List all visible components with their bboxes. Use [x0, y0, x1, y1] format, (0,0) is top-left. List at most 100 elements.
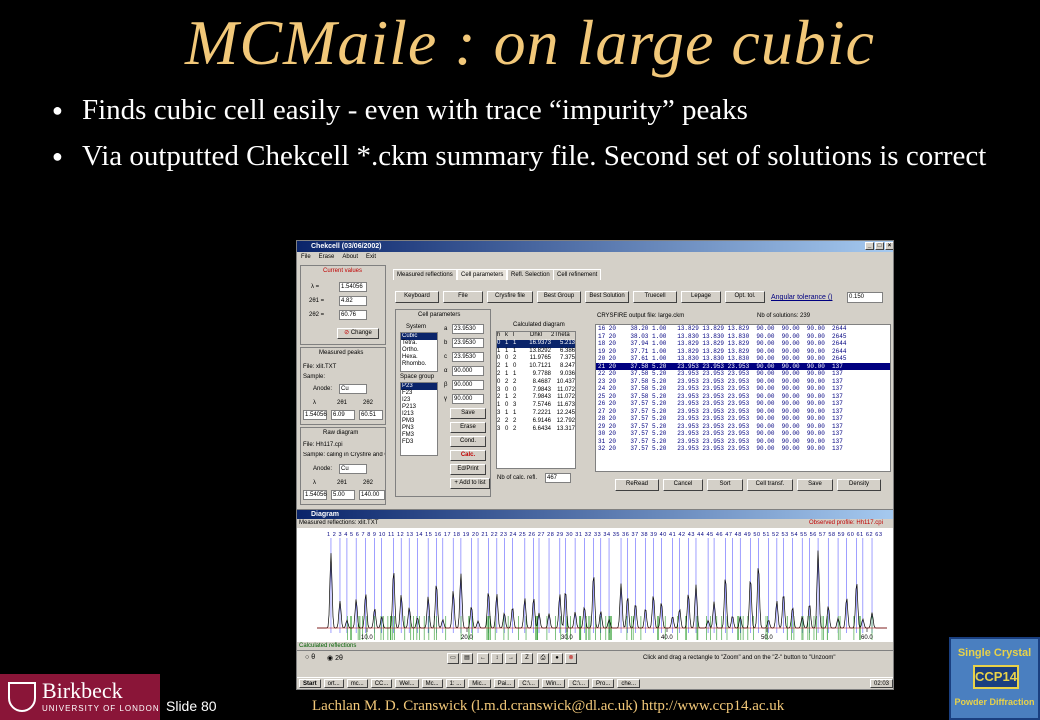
space-group-item[interactable]: PN3: [401, 425, 437, 432]
space-group-item[interactable]: I213: [401, 411, 437, 418]
tab-refl-selection[interactable]: Refl. Selection: [507, 269, 554, 280]
cond-button[interactable]: Cond.: [450, 436, 486, 447]
system-item[interactable]: Hexa.: [401, 354, 437, 361]
save-solutions-button[interactable]: Save: [797, 479, 833, 491]
solution-row[interactable]: 26 20 37.57 5.20 23.953 23.953 23.953 90…: [596, 400, 890, 408]
taskbar-item[interactable]: C:\...: [518, 679, 539, 688]
solution-row[interactable]: 20 20 37.61 1.00 13.830 13.830 13.830 90…: [596, 355, 890, 363]
tab-cell-refinement[interactable]: Cell refinement: [553, 269, 602, 280]
cell-alpha-input[interactable]: 90.000: [452, 366, 484, 376]
calc-row[interactable]: 0 2 2 8.4687 10.437: [497, 379, 575, 387]
system-item[interactable]: Ortho.: [401, 347, 437, 354]
print-icon[interactable]: ⎙: [537, 653, 549, 664]
arrow-left-icon[interactable]: ←: [477, 653, 489, 664]
change-button[interactable]: ⊘ Change: [337, 328, 379, 339]
ed-print-button[interactable]: Ed/Print: [450, 464, 486, 475]
solution-row[interactable]: 31 20 37.57 5.20 23.953 23.953 23.953 90…: [596, 438, 890, 446]
two-theta1-input[interactable]: 4.82: [339, 296, 367, 306]
measured-anode-field[interactable]: Cu: [339, 384, 367, 394]
solution-row[interactable]: 27 20 37.57 5.20 23.953 23.953 23.953 90…: [596, 408, 890, 416]
two-theta-radio[interactable]: ◉ 2θ: [327, 654, 343, 662]
cell-b-input[interactable]: 23.9530: [452, 338, 484, 348]
save-cell-button[interactable]: Save: [450, 408, 486, 419]
calc-row[interactable]: 3 0 2 6.6434 13.317: [497, 426, 575, 434]
solution-row[interactable]: 19 20 37.71 1.00 13.829 13.829 13.829 90…: [596, 348, 890, 356]
density-button[interactable]: Density: [837, 479, 881, 491]
cell-gamma-input[interactable]: 90.000: [452, 394, 484, 404]
taskbar-item[interactable]: ort...: [323, 679, 344, 688]
start-button[interactable]: Start: [299, 679, 321, 688]
stop-icon[interactable]: ⊗: [565, 653, 577, 664]
opt-tol-button[interactable]: Opt. tol.: [725, 291, 765, 303]
calc-row[interactable]: 0 0 2 11.9765 7.375: [497, 355, 575, 363]
truecell-button[interactable]: Truecell: [633, 291, 677, 303]
minimize-icon[interactable]: _: [865, 242, 874, 250]
space-group-item[interactable]: F23: [401, 390, 437, 397]
system-item[interactable]: Rhombo.: [401, 361, 437, 368]
calc-row[interactable]: 3 1 1 7.2221 12.245: [497, 410, 575, 418]
taskbar-item[interactable]: Mic...: [468, 679, 491, 688]
solution-row[interactable]: 32 20 37.57 5.20 23.953 23.953 23.953 90…: [596, 445, 890, 453]
space-group-list[interactable]: P23 F23 I23 P213 I213 PM3 PN3 FM3 FD3: [400, 382, 438, 456]
sort-button[interactable]: Sort: [707, 479, 743, 491]
solution-row[interactable]: 25 20 37.58 5.20 23.953 23.953 23.953 90…: [596, 393, 890, 401]
solution-row[interactable]: 23 20 37.58 5.20 23.953 23.953 23.953 90…: [596, 378, 890, 386]
solution-row[interactable]: 22 20 37.58 5.20 23.953 23.953 23.953 90…: [596, 370, 890, 378]
space-group-item[interactable]: PM3: [401, 418, 437, 425]
calc-row[interactable]: 2 1 2 7.9843 11.072: [497, 394, 575, 402]
taskbar-item[interactable]: C:\...: [568, 679, 589, 688]
cell-c-input[interactable]: 23.9530: [452, 352, 484, 362]
raw-anode-field[interactable]: Cu: [339, 464, 367, 474]
crysfire-file-button[interactable]: Crysfire file: [487, 291, 533, 303]
solution-row[interactable]: 24 20 37.58 5.20 23.953 23.953 23.953 90…: [596, 385, 890, 393]
crysfire-results-list[interactable]: 16 20 38.20 1.00 13.829 13.829 13.829 90…: [595, 324, 891, 472]
taskbar-item[interactable]: Pai...: [493, 679, 516, 688]
calc-row[interactable]: 1 1 1 13.8292 6.386: [497, 348, 575, 356]
arrow-right-icon[interactable]: →: [505, 653, 517, 664]
record-icon[interactable]: ●: [551, 653, 563, 664]
solution-row[interactable]: 28 20 37.57 5.20 23.953 23.953 23.953 90…: [596, 415, 890, 423]
file-button[interactable]: File: [443, 291, 483, 303]
unzoom-icon[interactable]: Z: [521, 653, 533, 664]
taskbar-item[interactable]: mc...: [346, 679, 368, 688]
taskbar-item[interactable]: Mc...: [421, 679, 443, 688]
menu-erase[interactable]: Erase: [319, 252, 335, 262]
taskbar-item[interactable]: Wel...: [395, 679, 419, 688]
open-folder-icon[interactable]: ▤: [461, 653, 473, 664]
best-solution-button[interactable]: Best Solution: [585, 291, 629, 303]
menu-file[interactable]: File: [301, 252, 311, 262]
taskbar-item[interactable]: 1: ...: [445, 679, 466, 688]
solution-row[interactable]: 30 20 37.57 5.20 23.953 23.953 23.953 90…: [596, 430, 890, 438]
solution-row[interactable]: 17 20 38.03 1.00 13.830 13.830 13.830 90…: [596, 333, 890, 341]
space-group-item[interactable]: FD3: [401, 439, 437, 446]
system-list[interactable]: Cubic Tetra. Ortho. Hexa. Rhombo.: [400, 332, 438, 372]
angular-tolerance-input[interactable]: 0.150: [847, 292, 883, 303]
solution-row[interactable]: 21 20 37.58 5.20 23.953 23.953 23.953 90…: [596, 362, 890, 370]
system-item[interactable]: Tetra.: [401, 340, 437, 347]
space-group-item[interactable]: FM3: [401, 432, 437, 439]
keyboard-button[interactable]: Keyboard: [395, 291, 439, 303]
menu-about[interactable]: About: [342, 252, 358, 262]
space-group-item[interactable]: P213: [401, 404, 437, 411]
lambda-input[interactable]: 1.54056: [339, 282, 367, 292]
erase-cell-button[interactable]: Erase: [450, 422, 486, 433]
best-group-button[interactable]: Best Group: [537, 291, 581, 303]
add-to-list-button[interactable]: + Add to list: [450, 478, 490, 489]
new-file-icon[interactable]: ▭: [447, 653, 459, 664]
taskbar-item[interactable]: che...: [617, 679, 641, 688]
calc-row[interactable]: 2 2 2 6.9146 12.792: [497, 418, 575, 426]
calc-row[interactable]: 1 0 3 7.5746 11.673: [497, 402, 575, 410]
two-theta2-input[interactable]: 60.76: [339, 310, 367, 320]
cell-a-input[interactable]: 23.9530: [452, 324, 484, 334]
solution-row[interactable]: 18 20 37.94 1.00 13.829 13.829 13.829 90…: [596, 340, 890, 348]
taskbar-item[interactable]: Pro...: [591, 679, 615, 688]
diffraction-plot[interactable]: 1 2 3 4 5 6 7 8 9 10 11 12 13 14 15 16 1…: [297, 528, 894, 642]
calc-row[interactable]: 3 0 0 7.9843 11.072: [497, 387, 575, 395]
tab-measured-reflections[interactable]: Measured reflections: [393, 269, 457, 280]
calc-row[interactable]: 0 1 1 16.9373 5.213: [497, 339, 575, 348]
taskbar-item[interactable]: CC...: [370, 679, 393, 688]
menu-exit[interactable]: Exit: [366, 252, 376, 262]
cell-beta-input[interactable]: 90.000: [452, 380, 484, 390]
theta-radio[interactable]: ○ θ: [305, 654, 315, 661]
maximize-icon[interactable]: □: [875, 242, 884, 250]
